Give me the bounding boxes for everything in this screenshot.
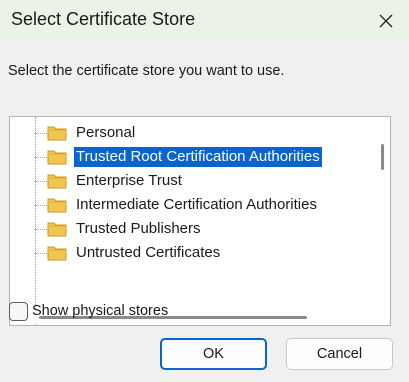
tree-item-label: Trusted Publishers <box>76 220 201 237</box>
certificate-store-tree[interactable]: Personal Trusted Root Certification Auth… <box>9 116 391 326</box>
tree-item-untrusted-certificates[interactable]: Untrusted Certificates <box>10 241 390 265</box>
folder-icon <box>47 126 67 141</box>
cancel-button[interactable]: Cancel <box>286 338 393 370</box>
tree-item-label: Intermediate Certification Authorities <box>76 196 317 213</box>
close-icon <box>379 14 393 28</box>
select-certificate-store-dialog: Select Certificate Store Select the cert… <box>0 0 409 382</box>
tree-item-trusted-root[interactable]: Trusted Root Certification Authorities <box>10 145 390 169</box>
tree-item-enterprise-trust[interactable]: Enterprise Trust <box>10 169 390 193</box>
vertical-scroll-thumb[interactable] <box>381 144 384 170</box>
vertical-scrollbar[interactable] <box>377 118 389 308</box>
show-physical-stores-checkbox[interactable] <box>9 301 28 321</box>
folder-icon <box>47 246 67 261</box>
tree-item-label: Untrusted Certificates <box>76 244 221 261</box>
show-physical-stores-label[interactable]: Show physical stores <box>32 303 168 319</box>
show-physical-stores-option[interactable]: Show physical stores <box>9 301 168 321</box>
window-title: Select Certificate Store <box>11 9 196 29</box>
close-button[interactable] <box>363 0 409 42</box>
folder-icon <box>47 222 67 237</box>
tree-item-label: Personal <box>76 124 136 141</box>
instruction-text: Select the certificate store you want to… <box>8 63 285 79</box>
folder-icon <box>47 174 67 189</box>
folder-icon <box>47 198 67 213</box>
folder-icon <box>47 150 67 165</box>
tree-item-label: Enterprise Trust <box>76 172 182 189</box>
dialog-body: Select the certificate store you want to… <box>0 42 409 382</box>
ok-button[interactable]: OK <box>160 338 267 370</box>
title-bar: Select Certificate Store <box>0 0 409 42</box>
tree-item-personal[interactable]: Personal <box>10 121 390 145</box>
tree-item-label: Trusted Root Certification Authorities <box>74 147 322 167</box>
tree-item-intermediate-ca[interactable]: Intermediate Certification Authorities <box>10 193 390 217</box>
tree-item-trusted-publishers[interactable]: Trusted Publishers <box>10 217 390 241</box>
